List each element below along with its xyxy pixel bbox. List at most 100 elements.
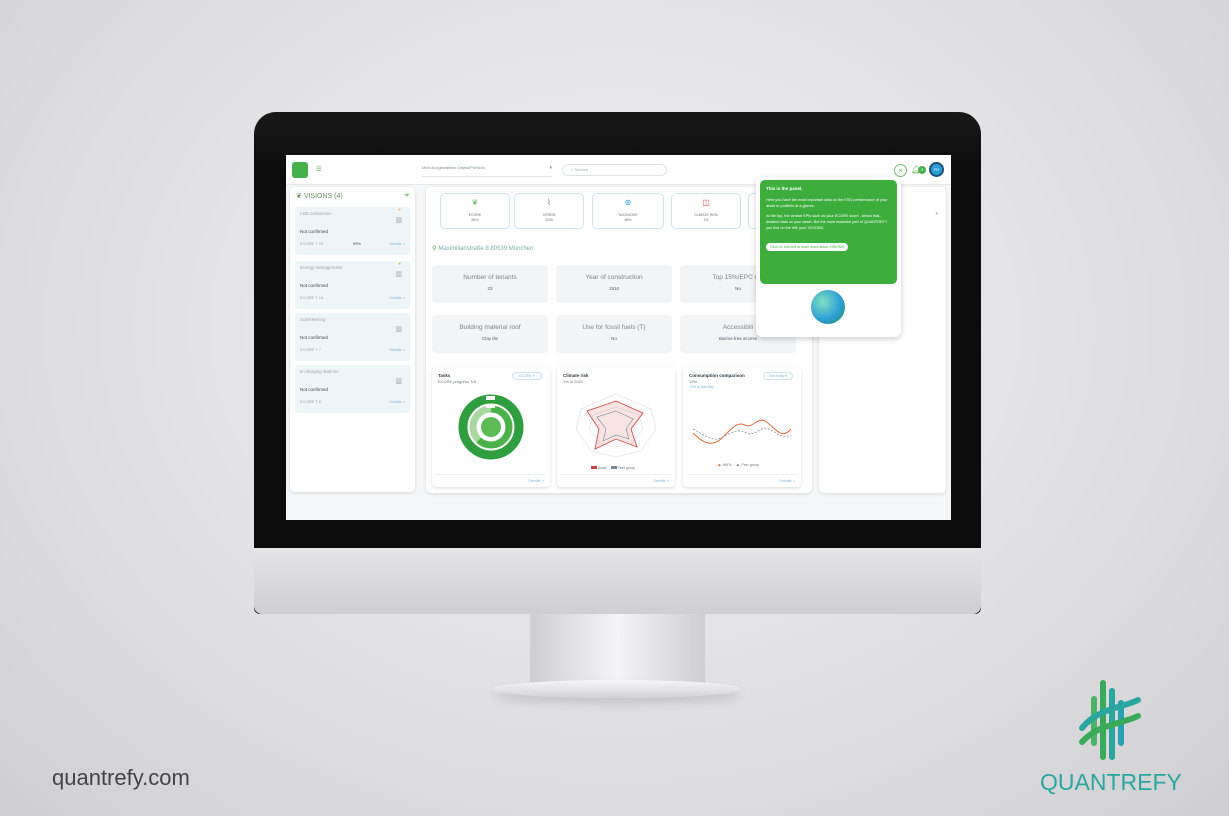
attr-label: Number of tenants xyxy=(463,274,517,281)
consumption-select[interactable]: Electricity ▾ xyxy=(763,372,793,380)
consumption-widget: Consumption comparison 19% +3% to last M… xyxy=(683,367,801,487)
vision-details-link[interactable]: Details > xyxy=(389,399,405,404)
kpi-climate-risk[interactable]: ◫ CLIMATE RISK 1% xyxy=(671,193,741,229)
menu-icon[interactable]: ≡ xyxy=(316,164,322,175)
search-input[interactable]: ⌕ Suchen xyxy=(562,164,667,176)
vision-status: Not confirmed xyxy=(300,387,329,392)
widget-title: Tasks xyxy=(438,373,451,378)
kpi-value: 1% xyxy=(703,218,709,222)
kpi-taxonomy[interactable]: ⊛ TAXONOMY 68% xyxy=(592,193,664,229)
legend-label: Peer group xyxy=(617,466,635,470)
building-icon: ▥ xyxy=(395,271,402,278)
app-screen: ≡ Mein Ausgewähltes Objekt/Portfolio ▾ ⌕… xyxy=(286,155,951,520)
attr-label: Use for fossil fuels (T) xyxy=(582,324,646,331)
vision-score: ECORE T 23 xyxy=(300,241,324,246)
attr-label: Building material roof xyxy=(459,324,521,331)
vision-card-submetering[interactable]: Submetering ▥ Not confirmed ECORE T 7 De… xyxy=(295,313,410,361)
consumption-line-chart xyxy=(692,419,792,444)
vision-card-led[interactable]: ● LED conversion ▥ Not confirmed ECORE T… xyxy=(295,207,410,255)
attr-card: Use for fossil fuels (T) No xyxy=(556,315,672,353)
climate-legend: Asset Peer group xyxy=(591,466,635,470)
widget-subtitle: 1% in 2021 xyxy=(563,379,584,384)
monitor-stand-neck xyxy=(530,614,705,684)
legend-swatch xyxy=(610,466,617,469)
search-placeholder: Suchen xyxy=(574,167,588,172)
attr-card: Building material roof Clay tile xyxy=(432,315,548,353)
divider xyxy=(436,474,546,475)
vision-score: ECORE T 6 xyxy=(300,399,321,404)
building-icon: ▥ xyxy=(395,378,402,385)
kpi-value: 68% xyxy=(624,218,632,222)
tasks-select[interactable]: ECORE ▾ xyxy=(512,372,542,380)
vision-name: LED conversion xyxy=(300,211,332,216)
widget-details-link[interactable]: Details > xyxy=(653,478,669,483)
widget-subtitle: ECORE progress T/A xyxy=(438,379,477,384)
learn-more-button[interactable]: Click on this text to learn more about V… xyxy=(766,243,848,251)
widget-details-link[interactable]: Details > xyxy=(779,478,795,483)
legend-swatch xyxy=(591,466,597,469)
vision-card-energy[interactable]: ● Energy management ▥ Not confirmed ECOR… xyxy=(295,261,410,309)
portfolio-select[interactable]: Mein Ausgewähltes Objekt/Portfolio ▾ xyxy=(422,165,552,177)
building-icon: ▥ xyxy=(395,217,402,224)
kpi-label: CRREM xyxy=(542,213,556,217)
visions-leaf-icon: ❦ xyxy=(296,193,304,200)
vision-name: Energy management xyxy=(300,265,342,270)
bulb-icon: ● xyxy=(397,261,401,267)
tasks-donut xyxy=(458,394,524,460)
avatar[interactable]: FR xyxy=(929,162,944,177)
globe-icon: ⊛ xyxy=(624,198,632,207)
consumption-legend: -◆- WIFA -◆- Peer group xyxy=(717,463,759,467)
attr-value: 23 xyxy=(487,286,493,291)
close-icon[interactable]: × xyxy=(894,164,907,177)
divider xyxy=(687,474,797,475)
attr-card: Year of construction 1910 xyxy=(556,265,672,303)
vision-score: ECORE T 18 xyxy=(300,295,324,300)
kpi-crrem[interactable]: ⌇ CRREM 2030 xyxy=(514,193,584,229)
risk-icon: ◫ xyxy=(702,198,710,207)
kpi-label: TAXONOMY xyxy=(618,213,638,217)
app-logo[interactable] xyxy=(292,162,308,178)
pulse-icon: ⌇ xyxy=(547,198,551,207)
widget-details-link[interactable]: Details > xyxy=(528,478,544,483)
vision-details-link[interactable]: Details > xyxy=(389,241,405,246)
climate-risk-widget: Climate risk 1% in 2021 Asset Peer group… xyxy=(557,367,675,487)
leaf-icon: ❦ xyxy=(471,198,479,207)
chevron-down-icon[interactable]: ▾ xyxy=(935,211,938,217)
chevron-down-icon: ▾ xyxy=(549,165,552,171)
widget-subtitle: 19% xyxy=(689,379,698,384)
vision-card-echarging[interactable]: E-charging stations ▥ Not confirmed ECOR… xyxy=(295,365,410,413)
attr-card: Number of tenants 23 xyxy=(432,265,548,303)
legend-label: Asset xyxy=(597,466,607,470)
vision-value: 99% xyxy=(353,241,362,246)
kpi-ecore[interactable]: ❦ ECORE 86% xyxy=(440,193,510,229)
quantrefy-logo-icon xyxy=(1079,680,1141,760)
website-url: quantrefy.com xyxy=(52,765,190,790)
tooltip-paragraph: Here you have the most important data on… xyxy=(766,198,888,208)
tooltip-paragraph: At the top, the central KPIs such as you… xyxy=(766,214,888,230)
vision-status: Not confirmed xyxy=(300,283,329,288)
vision-name: Submetering xyxy=(300,317,326,322)
vision-name: E-charging stations xyxy=(300,369,339,374)
widget-note: +3% to last May xyxy=(689,385,714,389)
legend-marker: -◆- xyxy=(717,463,723,467)
tooltip-body: This is the panel. Here you have the mos… xyxy=(760,180,897,284)
monitor-stand-base xyxy=(492,680,742,698)
vision-details-link[interactable]: Details > xyxy=(389,295,405,300)
filter-icon[interactable]: ⏷ xyxy=(404,191,410,201)
brand-wordmark: QUANTREFY xyxy=(1040,769,1182,795)
vision-status: Not confirmed xyxy=(300,335,329,340)
divider xyxy=(561,474,671,475)
attr-value: Clay tile xyxy=(481,336,498,341)
widget-title: Consumption comparison xyxy=(689,373,745,378)
vision-score: ECORE T 7 xyxy=(300,347,321,352)
marketing-stage: ≡ Mein Ausgewähltes Objekt/Portfolio ▾ ⌕… xyxy=(0,0,1229,816)
attr-value: No xyxy=(611,336,617,341)
pin-icon: ⚲ xyxy=(432,246,437,252)
bulb-icon: ● xyxy=(397,207,401,213)
attr-value: 1910 xyxy=(608,286,619,291)
legend-label: WIFA xyxy=(723,463,732,467)
visions-panel: ❦ VISIONS (4) ⏷ ● LED conversion ▥ Not c… xyxy=(290,187,415,492)
vision-details-link[interactable]: Details > xyxy=(389,347,405,352)
kpi-label: CLIMATE RISK xyxy=(693,213,719,217)
vision-status: Not confirmed xyxy=(300,229,329,234)
